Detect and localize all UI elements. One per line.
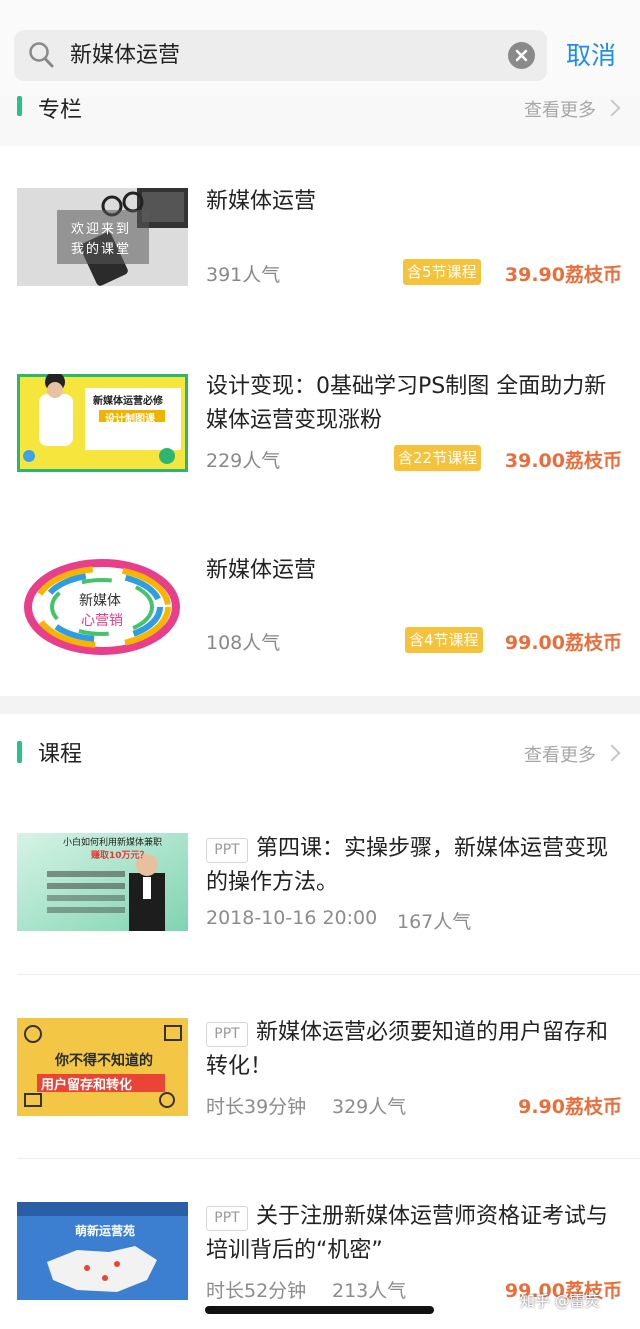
price: 9.90荔枝币 bbox=[518, 1096, 622, 1118]
item-title: 第四课：实操步骤，新媒体运营变现的操作方法。 bbox=[206, 836, 609, 895]
item-title: 设计变现：0基础学习PS制图 全面助力新媒体运营变现涨粉 bbox=[206, 374, 607, 433]
thumbnail-caption: 心营销 bbox=[81, 613, 123, 629]
price: 99.00荔枝币 bbox=[504, 632, 622, 654]
column-section-header: 专栏 查看更多 bbox=[0, 96, 640, 146]
lessons-badge: 含4节课程 bbox=[405, 627, 483, 653]
home-indicator bbox=[205, 1306, 434, 1314]
clear-icon[interactable] bbox=[508, 42, 535, 69]
item-title: 新媒体运营 bbox=[206, 189, 317, 214]
popularity-count: 229人气 bbox=[206, 450, 281, 472]
thumbnail-caption: 小白如何利用新媒体兼职 bbox=[63, 838, 163, 848]
thumbnail-caption: 用户留存和转化 bbox=[41, 1078, 133, 1093]
course-thumbnail: 新媒体 心营销 bbox=[17, 558, 188, 656]
course-thumbnail: 萌新运营苑 bbox=[17, 1202, 188, 1300]
section-title: 课程 bbox=[38, 742, 83, 767]
thumbnail-caption: 萌新运营苑 bbox=[75, 1224, 136, 1238]
cancel-button[interactable]: 取消 bbox=[566, 36, 616, 72]
search-icon bbox=[28, 41, 54, 69]
course-thumbnail: 欢迎来到 我的课堂 bbox=[17, 188, 188, 286]
item-title: 关于注册新媒体运营师资格证考试与培训背后的“机密” bbox=[206, 1204, 609, 1263]
thumbnail-caption: 你不得不知道的 bbox=[55, 1053, 153, 1069]
thumbnail-caption: 设计制图课 bbox=[105, 414, 155, 425]
list-item[interactable]: 你不得不知道的 用户留存和转化 PPT 新媒体运营必须要知道的用户留存和转化！ … bbox=[0, 1016, 640, 1126]
course-section-header: 课程 查看更多 bbox=[0, 714, 640, 790]
course-thumbnail: 新媒体运营必修 设计制图课 bbox=[17, 374, 188, 472]
view-more-link[interactable]: 查看更多 bbox=[524, 741, 596, 767]
chevron-right-icon[interactable] bbox=[603, 744, 621, 762]
list-item[interactable]: 新媒体 心营销 新媒体运营 108人气 含4节课程 99.00荔枝币 bbox=[0, 554, 640, 664]
thumbnail-caption: 欢迎来到 bbox=[71, 222, 132, 237]
divider bbox=[17, 974, 640, 975]
search-box[interactable]: 新媒体运营 bbox=[14, 30, 547, 81]
thumbnail-caption: 我的课堂 bbox=[71, 242, 132, 257]
view-more-link[interactable]: 查看更多 bbox=[524, 96, 596, 122]
price: 39.00荔枝币 bbox=[504, 450, 622, 472]
popularity-count: 167人气 bbox=[397, 911, 472, 933]
item-title: 新媒体运营必须要知道的用户留存和转化！ bbox=[206, 1020, 609, 1079]
list-item[interactable]: 小白如何利用新媒体兼职 赚取10万元？ PPT 第四课：实操步骤，新媒体运营变现… bbox=[0, 830, 640, 940]
thumbnail-caption: 新媒体运营必修 bbox=[93, 396, 163, 407]
popularity-count: 213人气 bbox=[332, 1280, 407, 1302]
duration: 时长39分钟 bbox=[206, 1096, 307, 1118]
divider bbox=[17, 1158, 640, 1159]
popularity-count: 329人气 bbox=[332, 1096, 407, 1118]
section-accent-bar bbox=[17, 96, 22, 116]
chevron-right-icon[interactable] bbox=[603, 99, 621, 117]
lessons-badge: 含22节课程 bbox=[394, 445, 482, 471]
duration: 时长52分钟 bbox=[206, 1280, 307, 1302]
watermark: 知乎 @雷荧 bbox=[520, 1292, 600, 1310]
search-input[interactable]: 新媒体运营 bbox=[70, 30, 490, 81]
section-title: 专栏 bbox=[38, 98, 83, 123]
price: 39.90荔枝币 bbox=[504, 264, 622, 286]
lessons-badge: 含5节课程 bbox=[403, 259, 481, 285]
course-section: 课程 查看更多 小白如何利用新媒体兼职 赚取10万元？ PPT 第四课：实操步骤… bbox=[0, 714, 640, 1329]
thumbnail-caption: 赚取10万元？ bbox=[91, 851, 149, 861]
item-title: 新媒体运营 bbox=[206, 558, 317, 583]
course-thumbnail: 小白如何利用新媒体兼职 赚取10万元？ bbox=[17, 833, 188, 931]
column-section: 专栏 查看更多 欢迎来到 我的课堂 新媒体运营 391人气 含5节课程 39.9… bbox=[0, 96, 640, 696]
course-thumbnail: 你不得不知道的 用户留存和转化 bbox=[17, 1018, 188, 1116]
popularity-count: 108人气 bbox=[206, 632, 281, 654]
popularity-count: 391人气 bbox=[206, 264, 281, 286]
list-item[interactable]: 欢迎来到 我的课堂 新媒体运营 391人气 含5节课程 39.90荔枝币 bbox=[0, 180, 640, 290]
thumbnail-caption: 新媒体 bbox=[79, 593, 121, 609]
search-bar: 新媒体运营 取消 bbox=[0, 0, 640, 96]
list-item[interactable]: 新媒体运营必修 设计制图课 设计变现：0基础学习PS制图 全面助力新媒体运营变现… bbox=[0, 368, 640, 478]
section-accent-bar bbox=[17, 741, 22, 763]
publish-time: 2018-10-16 20:00 bbox=[206, 907, 378, 929]
